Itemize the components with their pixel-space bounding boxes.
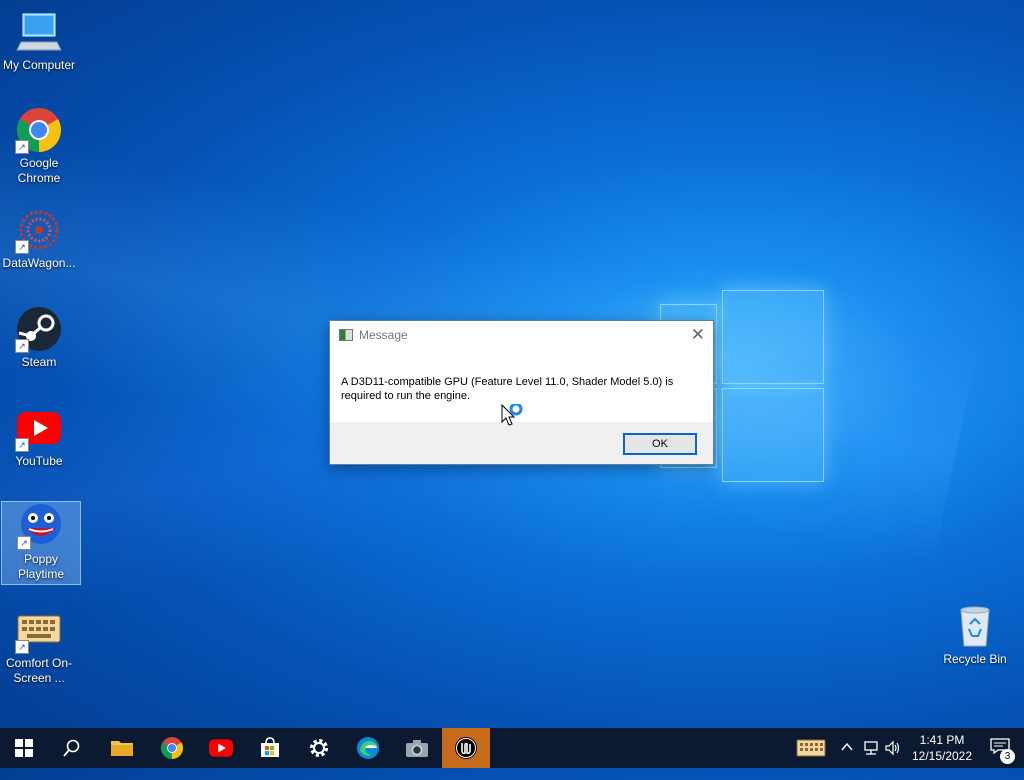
network-button[interactable]: [862, 739, 880, 779]
window-app-icon: [339, 329, 353, 341]
poppy-playtime-icon: ↗: [17, 502, 65, 550]
chrome-icon: [161, 737, 183, 759]
taskbar-chrome[interactable]: [148, 728, 196, 768]
ok-button[interactable]: OK: [623, 433, 697, 455]
windows-start-icon: [15, 739, 33, 757]
notification-count-badge: 3: [1000, 749, 1015, 764]
desktop-icon-label: Comfort On-Screen ...: [5, 656, 72, 685]
mouse-cursor-busy-icon: [501, 402, 529, 435]
dialog-message: A D3D11-compatible GPU (Feature Level 11…: [341, 376, 674, 402]
taskbar-edge[interactable]: [344, 728, 392, 768]
desktop-icon-label: Google Chrome: [17, 156, 61, 185]
desktop-icon-comfort-on-screen-keyboard[interactable]: ↗ Comfort On-Screen ...: [0, 606, 78, 686]
network-icon: [864, 741, 878, 755]
keyboard-icon: ↗: [15, 606, 63, 654]
taskbar-unreal-engine[interactable]: [442, 728, 490, 768]
desktop-icon-recycle-bin[interactable]: Recycle Bin: [936, 602, 1014, 667]
datawagon-icon: ↗: [15, 206, 63, 254]
dialog-title: Message: [359, 328, 408, 342]
desktop-icon-youtube[interactable]: ↗ YouTube: [0, 404, 78, 469]
desktop-icon-google-chrome[interactable]: ↗ Google Chrome: [0, 106, 78, 186]
store-icon: [261, 737, 279, 757]
keyboard-icon: [796, 739, 826, 757]
desktop-icon-label: Poppy Playtime: [17, 552, 64, 581]
unreal-engine-icon: [455, 737, 477, 759]
speaker-icon: [885, 740, 900, 756]
camera-icon: [406, 740, 428, 757]
search-button[interactable]: [48, 728, 96, 768]
folder-icon: [111, 741, 133, 756]
clock[interactable]: 1:41 PM 12/15/2022: [902, 732, 982, 764]
desktop-icon-label: My Computer: [2, 58, 76, 72]
chrome-icon: ↗: [15, 106, 63, 154]
close-icon[interactable]: ✕: [691, 325, 705, 345]
search-icon: [63, 739, 80, 757]
taskbar-store[interactable]: [246, 728, 294, 768]
desktop-icon-steam[interactable]: ↗ Steam: [0, 305, 78, 370]
desktop-icon-label: Recycle Bin: [943, 652, 1007, 666]
start-button[interactable]: [0, 728, 48, 768]
volume-button[interactable]: [884, 739, 902, 779]
message-dialog: Message ✕ A D3D11-compatible GPU (Featur…: [329, 320, 714, 465]
desktop-icon-label: YouTube: [15, 454, 63, 468]
edge-icon: [357, 737, 379, 759]
clock-time: 1:41 PM: [919, 733, 965, 747]
taskbar-file-explorer[interactable]: [98, 728, 146, 768]
chevron-up-icon: [841, 742, 853, 751]
desktop-icon-label: Steam: [21, 355, 57, 369]
steam-icon: ↗: [15, 305, 63, 353]
taskbar: 1:41 PM 12/15/2022 3: [0, 728, 1024, 768]
desktop-icon-poppy-playtime[interactable]: ↗ Poppy Playtime: [1, 501, 81, 585]
desktop-icon-datawagon[interactable]: ↗ DataWagon...: [0, 206, 78, 271]
desktop-icon-label: DataWagon...: [2, 256, 76, 270]
computer-icon: [15, 8, 63, 56]
youtube-icon: [209, 739, 233, 757]
taskbar-youtube[interactable]: [197, 728, 245, 768]
dialog-title-bar[interactable]: Message ✕: [330, 321, 713, 349]
desktop: My Computer ↗ Google Chrome ↗ DataWagon.: [0, 0, 1024, 728]
desktop-icon-my-computer[interactable]: My Computer: [0, 8, 78, 73]
gear-icon: [310, 739, 328, 757]
youtube-icon: ↗: [15, 404, 63, 452]
clock-date: 12/15/2022: [911, 749, 973, 763]
touch-keyboard-button[interactable]: [796, 738, 826, 778]
taskbar-camera[interactable]: [393, 728, 441, 768]
show-hidden-icons-button[interactable]: [840, 740, 854, 780]
recycle-bin-icon: [951, 602, 999, 650]
taskbar-settings[interactable]: [295, 728, 343, 768]
